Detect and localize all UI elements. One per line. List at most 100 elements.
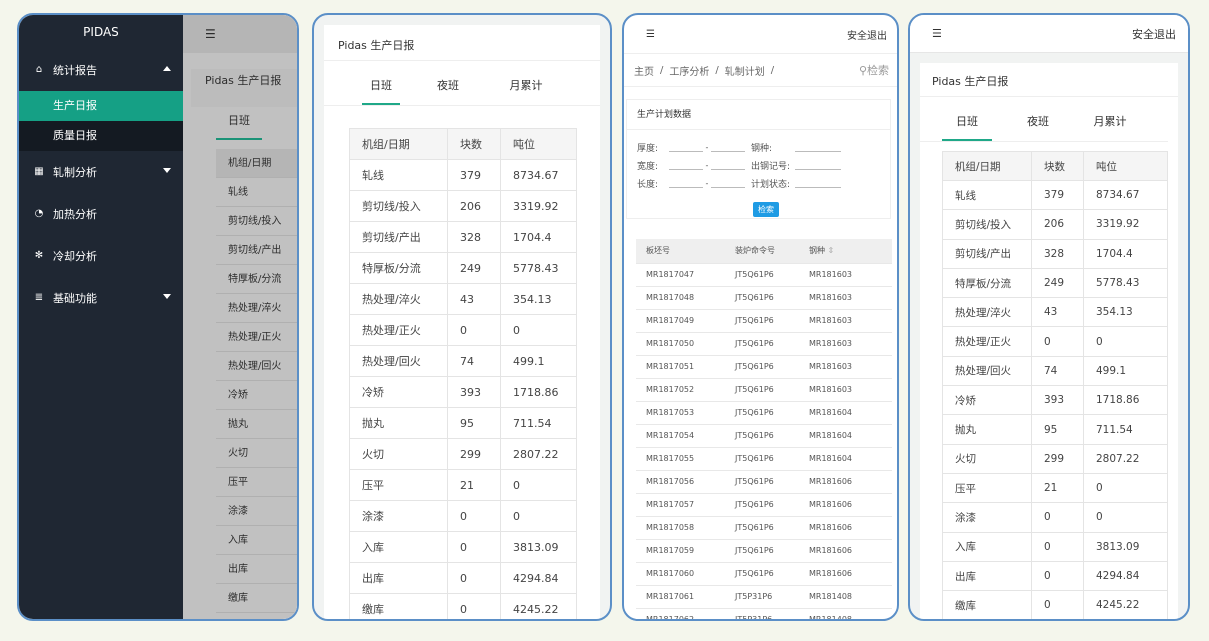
breadcrumb-item[interactable]: 工序分析 <box>669 63 709 78</box>
table-row: 剪切线/产出 328 1704.4 <box>349 221 577 253</box>
field-label: 计划状态: <box>751 179 791 190</box>
table-cell: MR1817062 <box>636 608 725 619</box>
field-label: 出钢记号: <box>751 161 791 172</box>
range-dash: - <box>705 142 709 152</box>
column-header[interactable]: 钢种 ⇕ <box>799 239 892 264</box>
table-cell: 393 <box>447 376 501 408</box>
table-cell: JT5Q61P6 <box>725 447 799 471</box>
sidebar: PIDAS ⌂ 统计报告 生产日报 质量日报 ▦ 轧制分析 ◔ 加热分析 ✻ 冷… <box>19 15 183 619</box>
table-cell: 95 <box>447 407 501 439</box>
tab-day[interactable]: 日班 <box>362 77 400 105</box>
nav-item-heating[interactable]: ◔ 加热分析 <box>19 193 183 235</box>
page-title: Pidas 生产日报 <box>920 63 1178 97</box>
table-cell: MR1817047 <box>636 263 725 287</box>
table-cell: 0 <box>1031 560 1084 592</box>
thickness-min-input[interactable] <box>669 142 703 152</box>
table-cell: 0 <box>1031 590 1084 619</box>
table-row: 热处理/淬火 43 354.13 <box>942 297 1168 328</box>
table-cell: 冷矫 <box>942 385 1032 416</box>
table-cell: JT5Q61P6 <box>725 424 799 448</box>
table-cell: 74 <box>1031 355 1084 387</box>
table-row: MR1817057 JT5Q61P6 MR181606 <box>636 493 892 517</box>
table-cell: 0 <box>447 562 501 594</box>
table-cell: 缴库 <box>349 593 448 619</box>
table-cell: 95 <box>1031 414 1084 445</box>
table-row: 冷矫 393 1718.86 <box>349 376 577 408</box>
length-max-input[interactable] <box>711 178 745 188</box>
table-row: MR1817062 JT5P31P6 MR181408 <box>636 608 892 619</box>
table-cell: 压平 <box>349 469 448 501</box>
nav-item-cooling[interactable]: ✻ 冷却分析 <box>19 235 183 277</box>
table-cell: 3813.09 <box>500 531 577 563</box>
plan-status-input[interactable] <box>795 178 841 188</box>
table-cell: 0 <box>447 531 501 563</box>
tab-day[interactable]: 日班 <box>942 113 992 141</box>
menu-toggle-icon[interactable]: ☰ <box>646 29 655 40</box>
table-cell: 2807.22 <box>1083 443 1168 474</box>
length-min-input[interactable] <box>669 178 703 188</box>
table-cell: 328 <box>447 221 501 253</box>
table-cell: JT5Q61P6 <box>725 493 799 517</box>
table-row: 缴库 0 4245.22 <box>349 593 577 619</box>
breadcrumb-item[interactable]: 轧制计划 <box>725 63 765 78</box>
sub-item-daily[interactable]: 生产日报 <box>19 91 183 121</box>
menu-toggle-icon[interactable]: ☰ <box>932 27 942 40</box>
table-cell: 0 <box>447 314 501 346</box>
table-cell: 火切 <box>942 443 1032 474</box>
nav-item-basic[interactable]: ≣ 基础功能 <box>19 277 183 319</box>
sub-item-quality[interactable]: 质量日报 <box>19 121 183 151</box>
table-cell: 抛丸 <box>349 407 448 439</box>
table-row: 热处理/淬火 43 354.13 <box>349 283 577 315</box>
search-link[interactable]: ⚲检索 <box>859 62 889 78</box>
steel-input[interactable] <box>795 142 841 152</box>
table-cell: 21 <box>1031 472 1084 504</box>
table-cell: JT5Q61P6 <box>725 355 799 379</box>
card-title: 生产计划数据 <box>627 100 890 130</box>
table-cell: MR181604 <box>799 401 892 425</box>
sort-icon[interactable]: ⇕ <box>828 246 835 255</box>
table-cell: 热处理/正火 <box>942 326 1032 357</box>
table-cell: MR1817054 <box>636 424 725 448</box>
table-cell: MR1817060 <box>636 562 725 586</box>
snowflake-icon: ✻ <box>34 250 44 261</box>
table-row: MR1817054 JT5Q61P6 MR181604 <box>636 424 892 448</box>
table-cell: 3319.92 <box>500 190 577 222</box>
nav-item-stats[interactable]: ⌂ 统计报告 <box>19 49 183 91</box>
table-cell: 1704.4 <box>500 221 577 253</box>
table-cell: 0 <box>1031 502 1084 533</box>
width-min-input[interactable] <box>669 160 703 170</box>
tab-night[interactable]: 夜班 <box>436 77 460 105</box>
filter-row: 厚度: - 钢种: <box>627 138 890 156</box>
tab-night[interactable]: 夜班 <box>1026 113 1050 141</box>
page-title: Pidas 生产日报 <box>324 25 600 61</box>
table-row: 热处理/回火 74 499.1 <box>349 345 577 377</box>
thickness-max-input[interactable] <box>711 142 745 152</box>
tab-month[interactable]: 月累计 <box>1090 113 1130 141</box>
dim-overlay[interactable] <box>183 15 297 619</box>
table-row: MR1817059 JT5Q61P6 MR181606 <box>636 539 892 563</box>
nav-item-rolling[interactable]: ▦ 轧制分析 <box>19 151 183 193</box>
table-cell: 249 <box>447 252 501 284</box>
table-row: MR1817053 JT5Q61P6 MR181604 <box>636 401 892 425</box>
table-row: 特厚板/分流 249 5778.43 <box>942 267 1168 299</box>
table-row: 特厚板/分流 249 5778.43 <box>349 252 577 284</box>
width-max-input[interactable] <box>711 160 745 170</box>
table-cell: 0 <box>447 500 501 532</box>
column-label: 钢种 <box>809 246 825 256</box>
logout-link[interactable]: 安全退出 <box>847 27 887 42</box>
table-row: 入库 0 3813.09 <box>349 531 577 563</box>
table-cell: 0 <box>1031 531 1084 562</box>
panel-rolling-plan: ☰ 安全退出 主页 / 工序分析 / 轧制计划 / ⚲检索 生产计划数据 厚度:… <box>622 13 899 621</box>
search-button[interactable]: 检索 <box>753 202 779 217</box>
logout-link[interactable]: 安全退出 <box>1132 26 1176 42</box>
breadcrumb-home[interactable]: 主页 <box>634 63 654 78</box>
table-cell: 4294.84 <box>1083 560 1168 592</box>
table-row: 热处理/正火 0 0 <box>942 326 1168 357</box>
column-header: 装炉命令号 <box>725 239 799 264</box>
table-row: 入库 0 3813.09 <box>942 531 1168 562</box>
tap-no-input[interactable] <box>795 160 841 170</box>
table-cell: 热处理/淬火 <box>349 283 448 315</box>
table-cell: 354.13 <box>1083 297 1168 328</box>
tab-month[interactable]: 月累计 <box>506 77 546 105</box>
table-cell: 74 <box>447 345 501 377</box>
